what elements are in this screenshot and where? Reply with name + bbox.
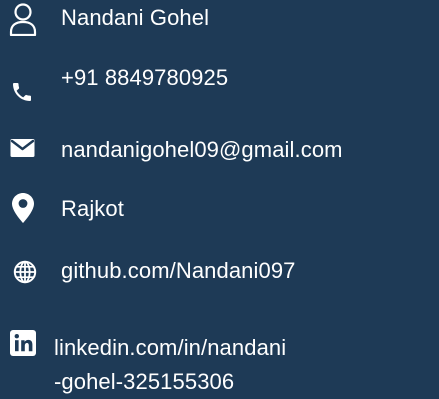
globe-icon — [13, 260, 37, 284]
person-icon — [8, 2, 38, 36]
email-text[interactable]: nandanigohel09@gmail.com — [61, 136, 343, 164]
linkedin-icon — [10, 330, 36, 356]
envelope-icon — [10, 138, 35, 158]
github-text[interactable]: github.com/Nandani097 — [61, 257, 296, 285]
location-pin-icon — [12, 193, 34, 223]
name-text: Nandani Gohel — [61, 5, 210, 30]
phone-text[interactable]: +91 8849780925 — [61, 64, 228, 92]
linkedin-text[interactable]: linkedin.com/in/nandani -gohel-325155306 — [54, 331, 286, 399]
linkedin-text-line-1[interactable]: linkedin.com/in/nandani — [54, 331, 286, 365]
contact-list: Nandani Gohel +91 8849780925 nandanigohe… — [0, 0, 439, 399]
linkedin-text-line-2[interactable]: -gohel-325155306 — [54, 365, 286, 399]
phone-icon — [10, 80, 34, 104]
location-text: Rajkot — [61, 196, 124, 221]
